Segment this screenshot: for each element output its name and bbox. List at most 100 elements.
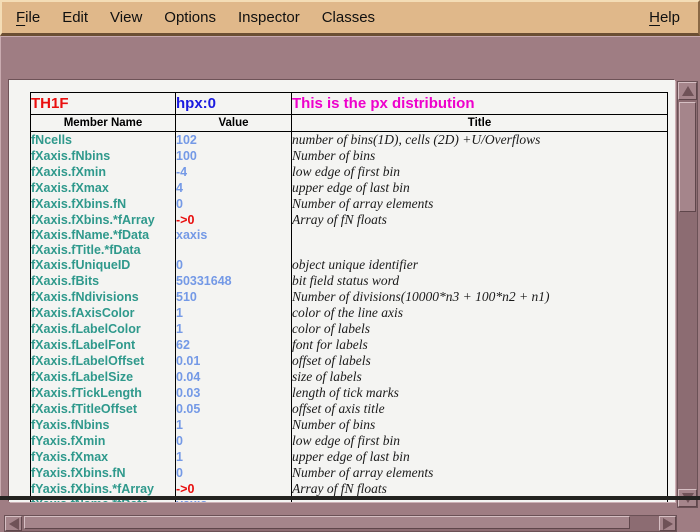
member-title: Array of fN floats <box>292 481 668 497</box>
member-row[interactable]: fXaxis.fLabelColor1color of labels <box>31 321 668 337</box>
member-name: fYaxis.fXmax <box>31 449 176 465</box>
vertical-scrollbar[interactable] <box>677 81 698 508</box>
member-name: fXaxis.fBits <box>31 273 176 289</box>
vertical-scroll-thumb[interactable] <box>679 102 696 212</box>
member-name: fXaxis.fTickLength <box>31 385 176 401</box>
table-viewport: TH1F hpx:0 This is the px distribution M… <box>9 80 675 502</box>
member-value: 0 <box>176 257 292 273</box>
member-name: fXaxis.fLabelSize <box>31 369 176 385</box>
member-row[interactable]: fXaxis.fNbins100Number of bins <box>31 148 668 164</box>
object-header-row: TH1F hpx:0 This is the px distribution <box>31 93 668 115</box>
scroll-left-button[interactable] <box>5 516 22 531</box>
mnemonic-underline: F <box>16 9 25 26</box>
member-value: 1 <box>176 321 292 337</box>
member-row[interactable]: fYaxis.fXmax1upper edge of last bin <box>31 449 668 465</box>
member-row[interactable]: fXaxis.fLabelOffset0.01offset of labels <box>31 353 668 369</box>
member-row[interactable]: fXaxis.fTitleOffset0.05offset of axis ti… <box>31 401 668 417</box>
menu-items-left: FileEditViewOptionsInspectorClasses <box>2 5 386 30</box>
member-title: Array of fN floats <box>292 212 668 228</box>
member-title <box>292 228 668 243</box>
member-value: 100 <box>176 148 292 164</box>
member-name: fXaxis.fName.*fData <box>31 228 176 243</box>
member-row[interactable]: fXaxis.fLabelFont62font for labels <box>31 337 668 353</box>
member-title: Number of bins <box>292 148 668 164</box>
object-name: hpx:0 <box>176 93 292 115</box>
member-row[interactable]: fXaxis.fXmax4upper edge of last bin <box>31 180 668 196</box>
member-title: upper edge of last bin <box>292 449 668 465</box>
member-value: 0.03 <box>176 385 292 401</box>
menu-item-file[interactable]: File <box>5 5 51 30</box>
member-value <box>176 243 292 258</box>
member-row[interactable]: fXaxis.fXbins.*fArray->0Array of fN floa… <box>31 212 668 228</box>
member-row[interactable]: fNcells102number of bins(1D), cells (2D)… <box>31 132 668 149</box>
member-title: Number of array elements <box>292 465 668 481</box>
member-name: fYaxis.fXmin <box>31 433 176 449</box>
member-name: fXaxis.fUniqueID <box>31 257 176 273</box>
root-inspector-window: FileEditViewOptionsInspectorClasses Help… <box>0 0 700 500</box>
member-title: number of bins(1D), cells (2D) +U/Overfl… <box>292 132 668 149</box>
member-row[interactable]: fYaxis.fXbins.fN0Number of array element… <box>31 465 668 481</box>
member-value: 0 <box>176 433 292 449</box>
inspector-table: TH1F hpx:0 This is the px distribution M… <box>30 92 668 502</box>
member-row[interactable]: fXaxis.fNdivisions510Number of divisions… <box>31 289 668 305</box>
member-row[interactable]: fYaxis.fXbins.*fArray->0Array of fN floa… <box>31 481 668 497</box>
member-value: 0.05 <box>176 401 292 417</box>
column-header-title[interactable]: Title <box>292 115 668 132</box>
member-title: offset of axis title <box>292 401 668 417</box>
column-header-member-name[interactable]: Member Name <box>31 115 176 132</box>
member-value: 50331648 <box>176 273 292 289</box>
class-name: TH1F <box>31 93 176 115</box>
member-row[interactable]: fYaxis.fXmin0low edge of first bin <box>31 433 668 449</box>
object-title: This is the px distribution <box>292 93 668 115</box>
vertical-scroll-track[interactable] <box>678 100 697 489</box>
menu-item-edit[interactable]: Edit <box>51 5 99 30</box>
arrow-right-icon <box>663 518 673 530</box>
member-row[interactable]: fYaxis.fNbins1Number of bins <box>31 417 668 433</box>
menu-item-inspector[interactable]: Inspector <box>227 5 311 30</box>
horizontal-scroll-track[interactable] <box>22 516 659 531</box>
member-row[interactable]: fXaxis.fXbins.fN0Number of array element… <box>31 196 668 212</box>
menu-item-view[interactable]: View <box>99 5 153 30</box>
horizontal-scroll-thumb[interactable] <box>24 516 630 529</box>
member-row[interactable]: fXaxis.fTitle.*fData <box>31 243 668 258</box>
member-title: size of labels <box>292 369 668 385</box>
member-name: fNcells <box>31 132 176 149</box>
column-header-value[interactable]: Value <box>176 115 292 132</box>
member-name: fXaxis.fTitleOffset <box>31 401 176 417</box>
horizontal-scrollbar[interactable] <box>4 515 677 532</box>
member-title <box>292 243 668 258</box>
inspector-table-body: fNcells102number of bins(1D), cells (2D)… <box>31 132 668 503</box>
member-value: 510 <box>176 289 292 305</box>
member-value: 0 <box>176 196 292 212</box>
member-name: fYaxis.fNbins <box>31 417 176 433</box>
member-row[interactable]: fXaxis.fTickLength0.03length of tick mar… <box>31 385 668 401</box>
member-name: fYaxis.fXbins.fN <box>31 465 176 481</box>
scroll-up-button[interactable] <box>678 82 697 100</box>
member-value: -4 <box>176 164 292 180</box>
member-value: 0 <box>176 465 292 481</box>
member-title: color of labels <box>292 321 668 337</box>
member-name: fXaxis.fNdivisions <box>31 289 176 305</box>
inspector-frame: TH1F hpx:0 This is the px distribution M… <box>0 36 700 496</box>
member-row[interactable]: fXaxis.fAxisColor1color of the line axis <box>31 305 668 321</box>
member-value: 1 <box>176 305 292 321</box>
member-value: 0.04 <box>176 369 292 385</box>
arrow-left-icon <box>9 518 19 530</box>
member-name: fXaxis.fXbins.fN <box>31 196 176 212</box>
mnemonic-underline: H <box>649 9 660 26</box>
member-row[interactable]: fXaxis.fXmin-4low edge of first bin <box>31 164 668 180</box>
member-row[interactable]: fXaxis.fUniqueID0object unique identifie… <box>31 257 668 273</box>
member-value: 1 <box>176 417 292 433</box>
member-row[interactable]: fXaxis.fName.*fDataxaxis <box>31 228 668 243</box>
member-title: offset of labels <box>292 353 668 369</box>
arrow-up-icon <box>682 86 694 96</box>
menu-item-options[interactable]: Options <box>153 5 227 30</box>
menu-item-classes[interactable]: Classes <box>311 5 386 30</box>
member-name: fYaxis.fXbins.*fArray <box>31 481 176 497</box>
menu-item-help[interactable]: Help <box>641 5 688 30</box>
scroll-right-button[interactable] <box>659 516 676 531</box>
member-row[interactable]: fXaxis.fLabelSize0.04size of labels <box>31 369 668 385</box>
menu-bar: FileEditViewOptionsInspectorClasses Help <box>0 0 700 36</box>
member-value: ->0 <box>176 212 292 228</box>
member-row[interactable]: fXaxis.fBits50331648bit field status wor… <box>31 273 668 289</box>
